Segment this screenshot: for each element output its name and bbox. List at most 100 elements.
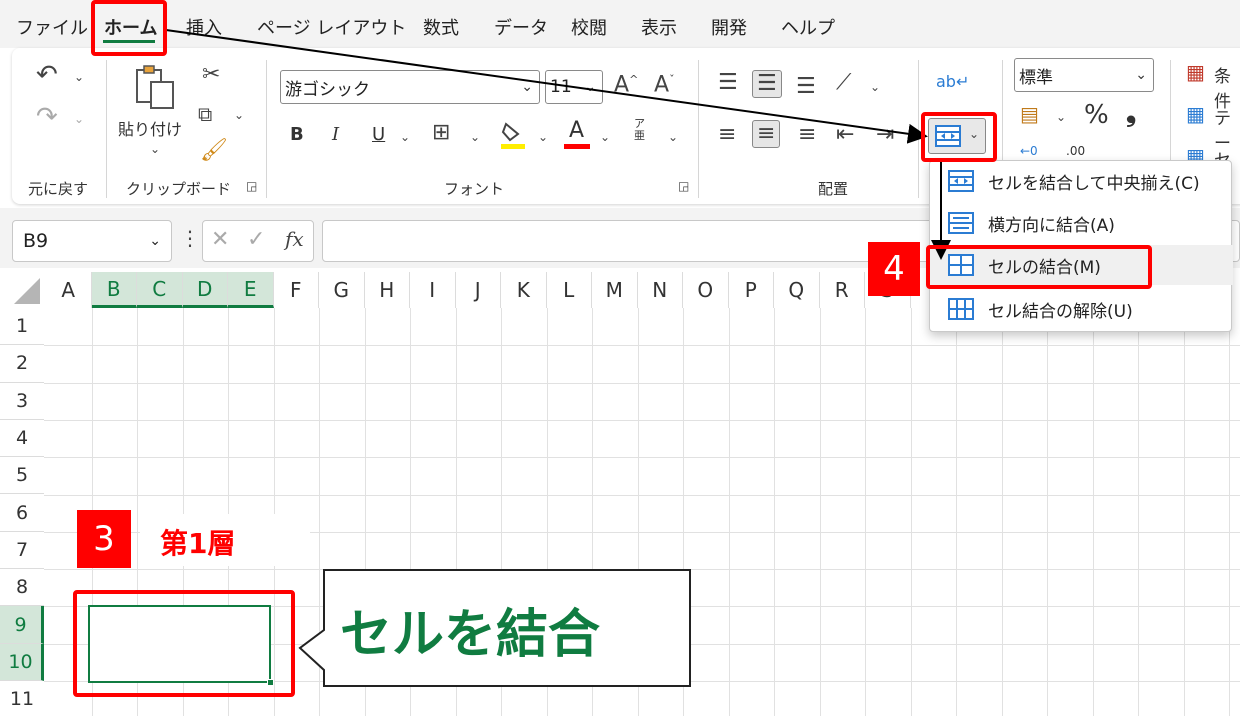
increase-indent-icon[interactable]: ⇥ — [876, 124, 894, 146]
menu-data[interactable]: データ — [494, 14, 548, 40]
redo-icon[interactable]: ↷ — [36, 104, 58, 130]
font-name-select[interactable]: 游ゴシック ⌄ — [280, 70, 540, 104]
column-header[interactable]: B — [91, 272, 137, 308]
column-header[interactable]: N — [637, 272, 683, 308]
underline-dropdown-icon[interactable]: ⌄ — [400, 130, 410, 144]
phonetic-dropdown-icon[interactable]: ⌄ — [668, 130, 678, 144]
select-all-corner[interactable] — [0, 272, 44, 308]
bold-button[interactable]: B — [290, 124, 304, 145]
decrease-decimal-button[interactable]: .00 — [1066, 144, 1085, 158]
column-header[interactable]: D — [182, 272, 228, 308]
align-middle-icon[interactable]: ☰ — [752, 70, 782, 98]
orientation-icon[interactable]: ⟋ — [836, 72, 851, 94]
row-header[interactable]: 6 — [0, 494, 44, 532]
cancel-icon[interactable]: ✕ — [211, 229, 229, 251]
accounting-dropdown-icon[interactable]: ⌄ — [1056, 110, 1066, 124]
increase-font-icon[interactable]: A^ — [614, 74, 638, 96]
group-separator — [698, 60, 699, 198]
orientation-dropdown-icon[interactable]: ⌄ — [870, 80, 880, 94]
format-as-table-icon[interactable]: ▦ — [1186, 104, 1205, 124]
row-header[interactable]: 4 — [0, 419, 44, 458]
copy-dropdown-icon[interactable]: ⌄ — [234, 108, 244, 122]
column-header[interactable]: M — [592, 272, 638, 308]
menu-page-layout[interactable]: ページ レイアウト — [257, 14, 406, 40]
column-header[interactable]: L — [546, 272, 592, 308]
percent-button[interactable]: % — [1084, 100, 1109, 130]
paste-label[interactable]: 貼り付け — [118, 116, 182, 140]
menu-developer[interactable]: 開発 — [711, 14, 747, 40]
font-size-select[interactable]: 11 ⌄ — [545, 70, 603, 104]
row-header[interactable]: 3 — [0, 382, 44, 420]
gridline — [910, 308, 912, 716]
clipboard-launcher-icon[interactable]: ◲ — [246, 180, 257, 192]
menu-insert[interactable]: 挿入 — [186, 14, 222, 40]
comma-button[interactable]: ❟ — [1126, 98, 1136, 129]
menu-bar: ファイル ホーム 挿入 ページ レイアウト 数式 データ 校閲 表示 開発 ヘル… — [0, 0, 1240, 48]
row-header[interactable]: 9 — [0, 606, 44, 644]
decrease-font-icon[interactable]: Aˇ — [654, 74, 675, 96]
phonetic-button[interactable]: ア亜 — [634, 117, 648, 142]
align-left-icon[interactable]: ≡ — [718, 124, 736, 146]
menu-review[interactable]: 校閲 — [571, 14, 607, 40]
undo-group-label: 元に戻す — [28, 180, 89, 198]
column-header[interactable]: O — [683, 272, 729, 308]
align-center-icon[interactable]: ≡ — [752, 120, 781, 148]
fill-color-dropdown-icon[interactable]: ⌄ — [538, 130, 548, 144]
row-header[interactable]: 11 — [0, 681, 44, 716]
row-header[interactable]: 5 — [0, 457, 44, 495]
align-right-icon[interactable]: ≡ — [798, 124, 816, 146]
borders-dropdown-icon[interactable]: ⌄ — [470, 130, 480, 144]
number-format-select[interactable]: 標準 ⌄ — [1014, 58, 1154, 92]
decrease-indent-icon[interactable]: ⇤ — [836, 124, 854, 146]
undo-dropdown-icon[interactable]: ⌄ — [74, 70, 84, 84]
row-header[interactable]: 2 — [0, 345, 44, 383]
underline-button[interactable]: U — [372, 124, 385, 145]
fill-color-icon[interactable] — [500, 120, 526, 150]
row-header[interactable]: 10 — [0, 643, 44, 681]
column-header[interactable]: A — [46, 272, 92, 308]
more-options-icon[interactable]: ⋮ — [180, 228, 200, 248]
undo-icon[interactable]: ↶ — [36, 62, 58, 88]
column-header[interactable]: E — [228, 272, 274, 308]
increase-decimal-button[interactable]: ←0 — [1020, 144, 1038, 158]
column-header[interactable]: K — [501, 272, 547, 308]
row-header[interactable]: 1 — [0, 308, 44, 346]
column-header[interactable]: C — [137, 272, 183, 308]
menu-help[interactable]: ヘルプ — [781, 14, 835, 40]
format-painter-icon[interactable]: 🖌 — [200, 140, 228, 162]
row-header[interactable]: 8 — [0, 569, 44, 607]
cut-icon[interactable]: ✂ — [202, 64, 220, 86]
menu-item-merge-center[interactable]: セルを結合して中央揃え(C) — [930, 161, 1233, 201]
menu-view[interactable]: 表示 — [641, 14, 677, 40]
name-box[interactable]: B9 ⌄ — [12, 220, 172, 262]
paste-icon[interactable] — [134, 64, 176, 110]
column-header[interactable]: H — [364, 272, 410, 308]
column-header[interactable]: Q — [774, 272, 820, 308]
wrap-text-icon[interactable]: ab↵ — [936, 74, 969, 90]
menu-item-unmerge[interactable]: セル結合の解除(U) — [930, 289, 1233, 329]
accounting-format-icon[interactable]: ▤ — [1020, 104, 1039, 124]
enter-icon[interactable]: ✓ — [247, 229, 265, 251]
font-color-dropdown-icon[interactable]: ⌄ — [600, 130, 610, 144]
column-header[interactable]: G — [319, 272, 365, 308]
row-header[interactable]: 7 — [0, 531, 44, 570]
paste-dropdown-icon[interactable]: ⌄ — [150, 142, 160, 156]
align-bottom-icon[interactable]: ☰ — [796, 76, 816, 98]
column-header[interactable]: I — [410, 272, 456, 308]
column-header[interactable]: P — [728, 272, 774, 308]
insert-function-icon[interactable]: fx — [285, 229, 304, 249]
borders-icon[interactable]: ⊞ — [432, 122, 450, 144]
redo-dropdown-icon[interactable]: ⌄ — [74, 112, 84, 126]
align-top-icon[interactable]: ☰ — [718, 72, 738, 94]
copy-icon[interactable]: ⧉ — [198, 104, 212, 124]
column-header[interactable]: R — [819, 272, 865, 308]
conditional-format-icon[interactable]: ▦ — [1186, 62, 1205, 82]
menu-formulas[interactable]: 数式 — [423, 14, 459, 40]
italic-button[interactable]: I — [332, 124, 339, 145]
font-launcher-icon[interactable]: ◲ — [678, 180, 689, 192]
column-header[interactable]: F — [273, 272, 319, 308]
menu-item-merge-across[interactable]: 横方向に結合(A) — [930, 203, 1233, 243]
menu-file[interactable]: ファイル — [16, 14, 88, 40]
font-color-icon[interactable]: A — [564, 118, 590, 150]
column-header[interactable]: J — [455, 272, 501, 308]
